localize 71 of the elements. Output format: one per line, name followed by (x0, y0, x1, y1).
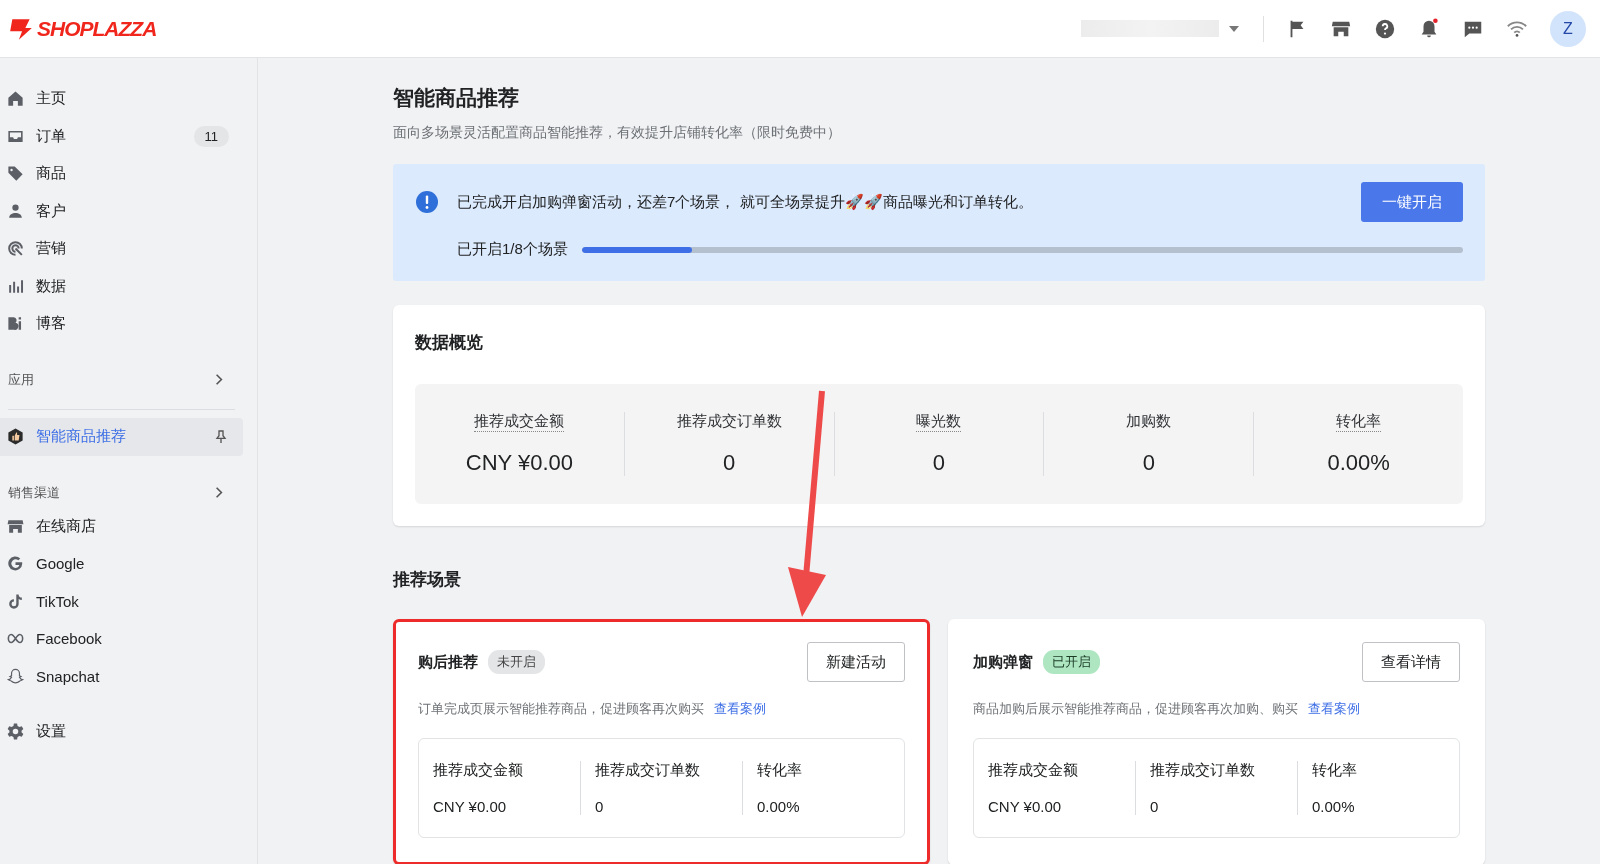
order-count-badge: 11 (193, 125, 229, 147)
pin-icon[interactable] (213, 428, 229, 445)
channel-nav-item[interactable]: 在线商店 (0, 507, 243, 545)
help-icon[interactable] (1374, 17, 1396, 40)
metric-value: 0.00% (1312, 798, 1356, 815)
nav-item[interactable]: 数据 (0, 267, 243, 305)
metric-value: 0.00% (1327, 450, 1390, 476)
page-title: 智能商品推荐 (393, 85, 520, 111)
metric-label: 转化率 (757, 761, 803, 780)
chevron-right-icon (215, 373, 223, 386)
channels-section-header[interactable]: 销售渠道 (0, 477, 243, 508)
metric-label: 推荐成交金额 (433, 761, 524, 780)
metric-value: 0 (1150, 798, 1160, 815)
metric-label: 推荐成交金额 (988, 761, 1079, 780)
settings-nav-item[interactable]: 设置 (0, 713, 243, 751)
app-nav-item[interactable]: 智能商品推荐 (0, 417, 243, 456)
metric-value: CNY ¥0.00 (988, 798, 1063, 815)
ghost-icon (6, 666, 25, 686)
metric-label[interactable]: 曝光数 (916, 412, 962, 432)
scenes-title: 推荐场景 (393, 569, 462, 591)
settings-icon (6, 722, 25, 742)
status-badge: 未开启 (488, 650, 545, 674)
banner-message: 已完成开启加购弹窗活动，还差7个场景， 就可全场景提升🚀🚀商品曝光和订单转化。 (457, 192, 1034, 212)
status-badge: 已开启 (1043, 650, 1100, 674)
channel-nav-item[interactable]: Facebook (0, 620, 243, 658)
metric-label: 转化率 (1312, 761, 1358, 780)
scene-title: 购后推荐 (418, 652, 478, 672)
chevron-right-icon (215, 486, 223, 499)
metric-label[interactable]: 转化率 (1336, 412, 1382, 432)
scene-action-button[interactable]: 查看详情 (1362, 642, 1460, 682)
app-hexagon-icon (6, 427, 25, 446)
nav-item[interactable]: 商品 (0, 155, 243, 193)
person-icon (6, 201, 25, 221)
page-subtitle: 面向多场景灵活配置商品智能推荐，有效提升店铺转化率（限时免费中） (393, 124, 842, 142)
channel-nav-item[interactable]: Google (0, 545, 243, 583)
overview-title: 数据概览 (415, 332, 484, 354)
caret-icon (1229, 25, 1239, 32)
metric-label: 推荐成交订单数 (676, 412, 782, 431)
apps-section-header[interactable]: 应用 (0, 364, 243, 395)
metric-value: 0 (595, 798, 605, 815)
scene-action-button[interactable]: 新建活动 (807, 642, 905, 682)
tiktok-icon (6, 591, 25, 611)
metric-value: 0 (1142, 450, 1155, 476)
metric-value: CNY ¥0.00 (465, 450, 573, 476)
nav-item[interactable]: 营销 (0, 230, 243, 268)
scene-description: 订单完成页展示智能推荐商品，促进顾客再次购买 (418, 701, 704, 716)
progress-label: 已开启1/8个场景 (457, 240, 568, 259)
view-example-link[interactable]: 查看案例 (714, 701, 766, 716)
scene-description: 商品加购后展示智能推荐商品，促进顾客再次加购、购买 (973, 701, 1298, 716)
target-icon (6, 239, 25, 259)
nav-item[interactable]: 博客 (0, 305, 243, 343)
home-icon (6, 89, 25, 109)
nav-item[interactable]: 订单 11 (0, 117, 243, 155)
view-example-link[interactable]: 查看案例 (1308, 701, 1360, 716)
scene-title: 加购弹窗 (973, 652, 1033, 672)
metric-value: CNY ¥0.00 (433, 798, 508, 815)
metric-label: 推荐成交订单数 (595, 761, 701, 780)
metric-label: 推荐成交订单数 (1150, 761, 1256, 780)
metric-label[interactable]: 推荐成交金额 (474, 412, 565, 432)
user-avatar[interactable]: Z (1550, 10, 1586, 47)
enable-all-button[interactable]: 一键开启 (1361, 182, 1463, 222)
channel-nav-item[interactable]: Snapchat (0, 657, 243, 695)
metric-value: 0 (723, 450, 736, 476)
metric-value: 0 (932, 450, 946, 476)
metric-value: 0.00% (757, 798, 801, 815)
nav-item[interactable]: 客户 (0, 192, 243, 230)
metric-label: 加购数 (1126, 412, 1172, 431)
info-icon (415, 190, 439, 214)
logo-text: SHOPLAZZA (37, 16, 157, 41)
nav-item[interactable]: 主页 (0, 80, 243, 118)
channel-nav-item[interactable]: TikTok (0, 582, 243, 620)
